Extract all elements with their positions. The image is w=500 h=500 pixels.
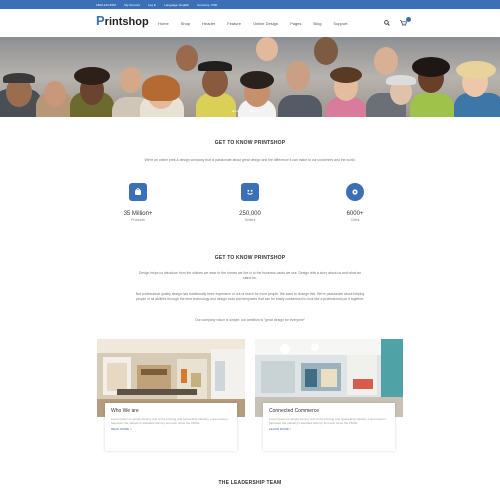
smile-icon <box>241 183 259 201</box>
main-navigation: Printshop Home Shop Header Feature Onlin… <box>0 9 500 37</box>
about-paragraph-3: Our company vision is simple: our ambiti… <box>195 318 305 322</box>
card-connected-commerce: Connected Commerce Lorem Ipsum is simply… <box>255 339 403 451</box>
stat-label: Cities <box>350 218 360 222</box>
breadcrumb: Home / About us <box>232 109 261 113</box>
breadcrumb-current: About us <box>248 109 261 113</box>
cart-icon[interactable] <box>400 17 411 26</box>
about-paragraph-2: But professional quality design has trad… <box>135 292 365 301</box>
breadcrumb-home[interactable]: Home <box>232 109 240 113</box>
card-text: Lorem Ipsum is simply dummy text of the … <box>111 417 228 426</box>
login-link[interactable]: Log In <box>148 3 156 7</box>
card-title: Who We are <box>111 408 139 414</box>
logo[interactable]: Printshop <box>96 13 149 28</box>
stat-label: Products <box>131 218 145 222</box>
stat-value: 250,000 <box>239 211 261 217</box>
search-icon[interactable] <box>384 20 390 26</box>
my-account-link[interactable]: My Account <box>124 3 140 7</box>
menu-item-blog[interactable]: Blog <box>313 21 321 26</box>
location-icon <box>346 183 364 201</box>
about-paragraph-1: Design helps us introduce from the cloth… <box>138 271 362 280</box>
cart-count-badge <box>406 17 411 22</box>
stat-sellers: 250,000 Sellers <box>210 183 290 222</box>
menu: Home Shop Header Feature Online Design P… <box>158 21 347 26</box>
language-select[interactable]: Language: English <box>164 3 189 7</box>
stat-value: 6000+ <box>346 211 364 217</box>
menu-item-support[interactable]: Support <box>333 21 347 26</box>
stat-value: 35 Million+ <box>123 211 153 217</box>
menu-item-shop[interactable]: Shop <box>181 21 190 26</box>
card-link[interactable]: READ MORE > <box>111 427 231 431</box>
box-icon <box>129 183 147 201</box>
card-text: Lorem Ipsum is simply dummy text of the … <box>269 417 386 426</box>
phone-number: 1800-123-4567 <box>96 2 117 7</box>
stat-products: 35 Million+ Products <box>98 183 178 222</box>
menu-item-online-design[interactable]: Online Design <box>253 21 278 26</box>
menu-item-pages[interactable]: Pages <box>290 21 301 26</box>
stat-cities: 6000+ Cities <box>315 183 395 222</box>
intro-text: We're an online print & design company t… <box>144 158 356 162</box>
card-content: Connected Commerce Lorem Ipsum is simply… <box>263 403 395 451</box>
intro-title: GET TO KNOW PRINTSHOP <box>214 140 286 146</box>
currency-select[interactable]: Currency: USD <box>197 3 217 7</box>
menu-item-home[interactable]: Home <box>158 21 169 26</box>
menu-item-feature[interactable]: Feature <box>227 21 241 26</box>
card-title: Connected Commerce <box>269 408 320 414</box>
leadership-title: THE LEADERSHIP TEAM <box>218 480 282 486</box>
top-bar: 1800-123-4567 My Account Log In Language… <box>0 0 500 9</box>
card-content: Who We are Lorem Ipsum is simply dummy t… <box>105 403 237 451</box>
hero-banner: Home / About us <box>0 37 500 117</box>
card-link[interactable]: LEARN MORE > <box>269 427 389 431</box>
stat-label: Sellers <box>244 218 256 222</box>
menu-item-header[interactable]: Header <box>202 21 215 26</box>
about-title: GET TO KNOW PRINTSHOP <box>214 255 286 261</box>
card-who-we-are: Who We are Lorem Ipsum is simply dummy t… <box>97 339 245 451</box>
